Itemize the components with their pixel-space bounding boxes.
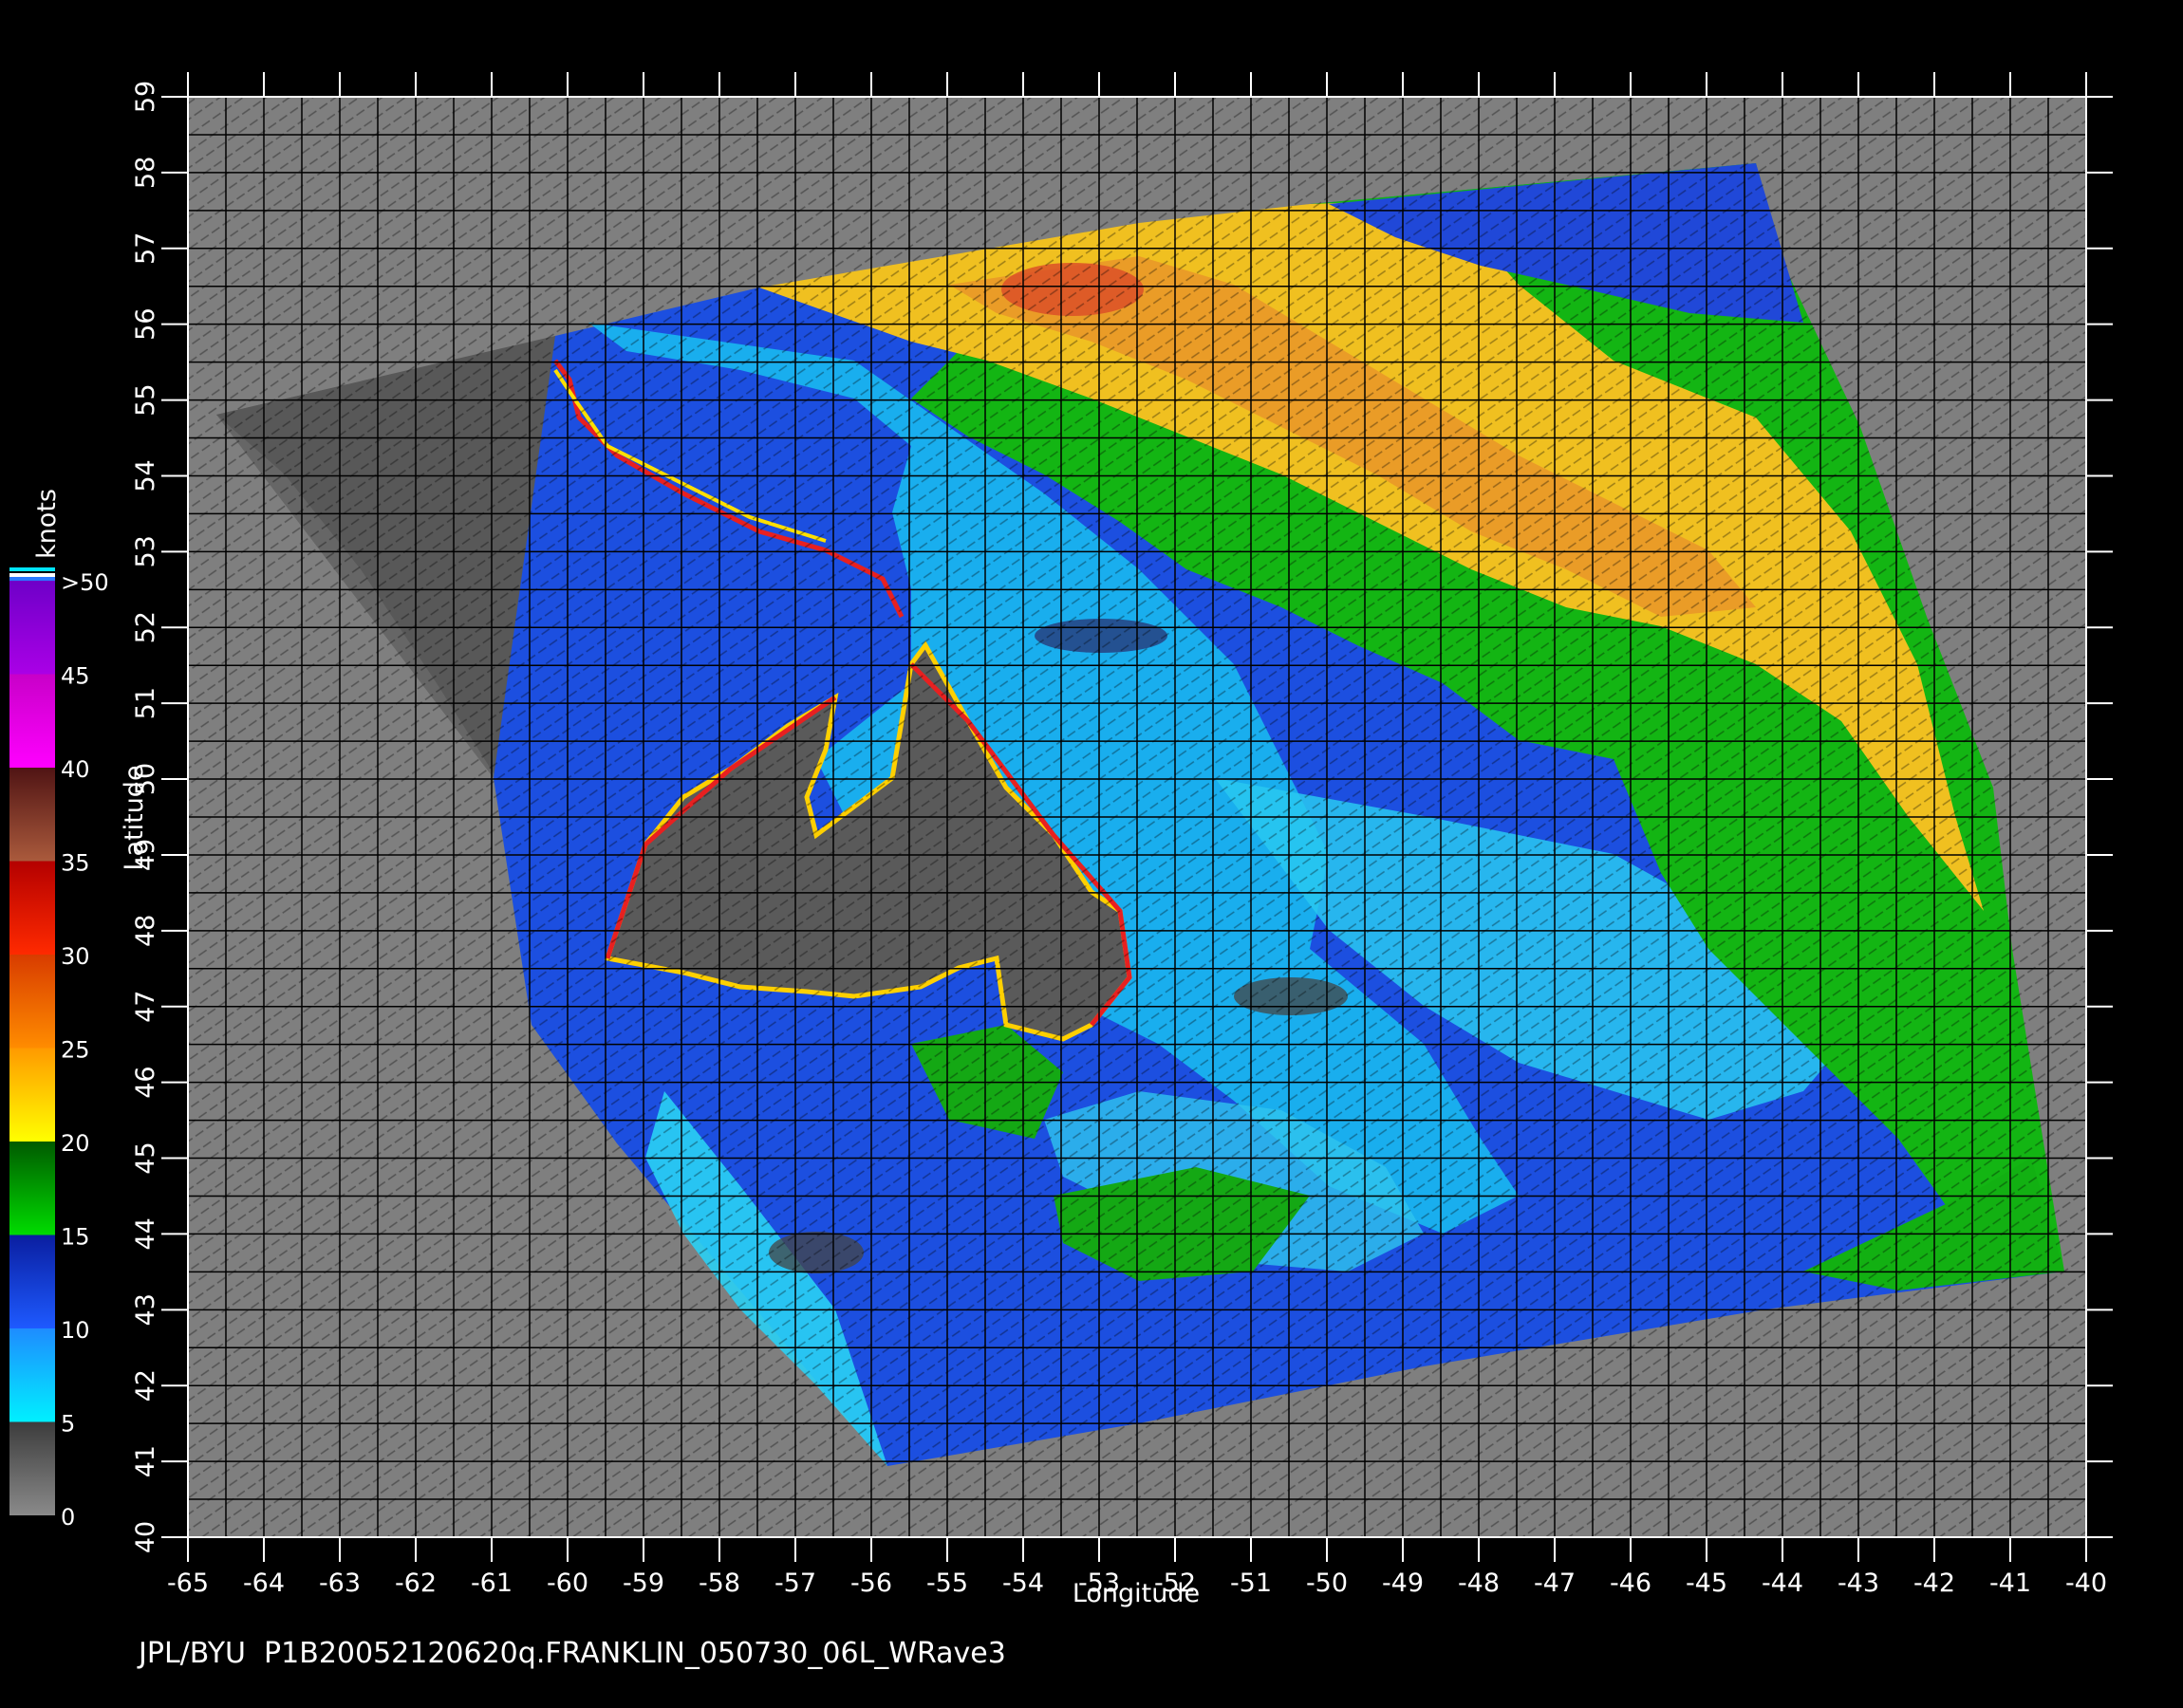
x-tick-label: -64 <box>243 1569 285 1598</box>
y-tick-label: 44 <box>131 1217 160 1250</box>
x-tick-label: -57 <box>774 1569 816 1598</box>
footer-caption: JPL/BYU P1B20052120620q.FRANKLIN_050730_… <box>139 1637 1006 1670</box>
y-tick-label: 52 <box>131 611 160 643</box>
x-tick-label: -42 <box>1913 1569 1955 1598</box>
x-tick-label: -50 <box>1306 1569 1348 1598</box>
x-tick-label: -56 <box>850 1569 892 1598</box>
colorbar-label: 30 <box>61 943 90 970</box>
colorbar-label: 40 <box>61 756 90 783</box>
y-tick-label: 45 <box>131 1142 160 1174</box>
colorbar-label: 10 <box>61 1317 90 1344</box>
y-tick-label: 46 <box>131 1066 160 1098</box>
x-tick-label: -60 <box>547 1569 588 1598</box>
y-tick-label: 43 <box>131 1293 160 1326</box>
wind-speed-colorbar: 0 5 10 15 20 25 30 35 40 45 >50 <box>9 567 109 1531</box>
x-tick-label: -40 <box>2065 1569 2107 1598</box>
colorbar-label: 45 <box>61 663 90 690</box>
colorbar-band <box>9 1328 55 1422</box>
y-tick-label: 53 <box>131 535 160 567</box>
y-tick-label: 48 <box>131 915 160 947</box>
colorbar-label: 5 <box>61 1411 75 1438</box>
x-tick-label: -44 <box>1762 1569 1803 1598</box>
colorbar-band <box>9 1048 55 1142</box>
y-tick-label: 54 <box>131 459 160 492</box>
y-axis-label: Latitude <box>120 765 149 870</box>
y-tick-label: 59 <box>131 81 160 113</box>
colorbar-band <box>9 768 55 862</box>
y-tick-label: 41 <box>131 1445 160 1477</box>
colorbar-label: >50 <box>61 569 109 596</box>
x-tick-label: -45 <box>1686 1569 1727 1598</box>
y-tick-label: 55 <box>131 383 160 416</box>
colorbar-band <box>9 955 55 1049</box>
x-tick-label: -54 <box>1002 1569 1044 1598</box>
x-axis-label: Longitude <box>1073 1579 1200 1608</box>
colorbar-band <box>9 1421 55 1515</box>
x-tick-label: -59 <box>623 1569 664 1598</box>
y-tick-label: 51 <box>131 687 160 719</box>
y-tick-label: 57 <box>131 232 160 265</box>
y-tick-label: 42 <box>131 1369 160 1402</box>
x-tick-label: -63 <box>319 1569 361 1598</box>
colorbar-cap <box>9 567 55 571</box>
x-tick-label: -41 <box>1989 1569 2031 1598</box>
x-tick-label: -49 <box>1382 1569 1424 1598</box>
y-tick-label: 47 <box>131 991 160 1023</box>
y-tick-label: 40 <box>131 1521 160 1553</box>
colorbar-label: 35 <box>61 850 90 877</box>
colorbar-band <box>9 861 55 955</box>
colorbar-cap <box>9 577 55 581</box>
x-tick-label: -55 <box>926 1569 968 1598</box>
y-tick-label: 56 <box>131 308 160 341</box>
colorbar-band <box>9 1235 55 1328</box>
x-tick-label: -51 <box>1230 1569 1272 1598</box>
colorbar-label: 25 <box>61 1037 90 1064</box>
x-tick-label: -62 <box>395 1569 437 1598</box>
wind-speed-map: -65 -64 -63 -62 -61 -60 -59 -58 -57 -56 -55 -54 -53-… <box>9 72 2113 1608</box>
x-tick-label: -43 <box>1838 1569 1879 1598</box>
colorbar-cap <box>9 573 55 577</box>
x-tick-label: -46 <box>1610 1569 1651 1598</box>
y-tick-label: 58 <box>131 157 160 189</box>
colorbar-label: 15 <box>61 1224 90 1251</box>
x-tick-label: -47 <box>1534 1569 1576 1598</box>
x-tick-label: -61 <box>471 1569 513 1598</box>
colorbar-label: 20 <box>61 1130 90 1157</box>
x-tick-label: -48 <box>1458 1569 1500 1598</box>
colorbar-band <box>9 674 55 768</box>
colorbar-title: knots <box>32 489 62 559</box>
x-tick-label: -58 <box>699 1569 740 1598</box>
colorbar-label: 0 <box>61 1504 75 1531</box>
colorbar-band <box>9 581 55 675</box>
colorbar-band <box>9 1142 55 1235</box>
x-tick-label: -65 <box>167 1569 209 1598</box>
